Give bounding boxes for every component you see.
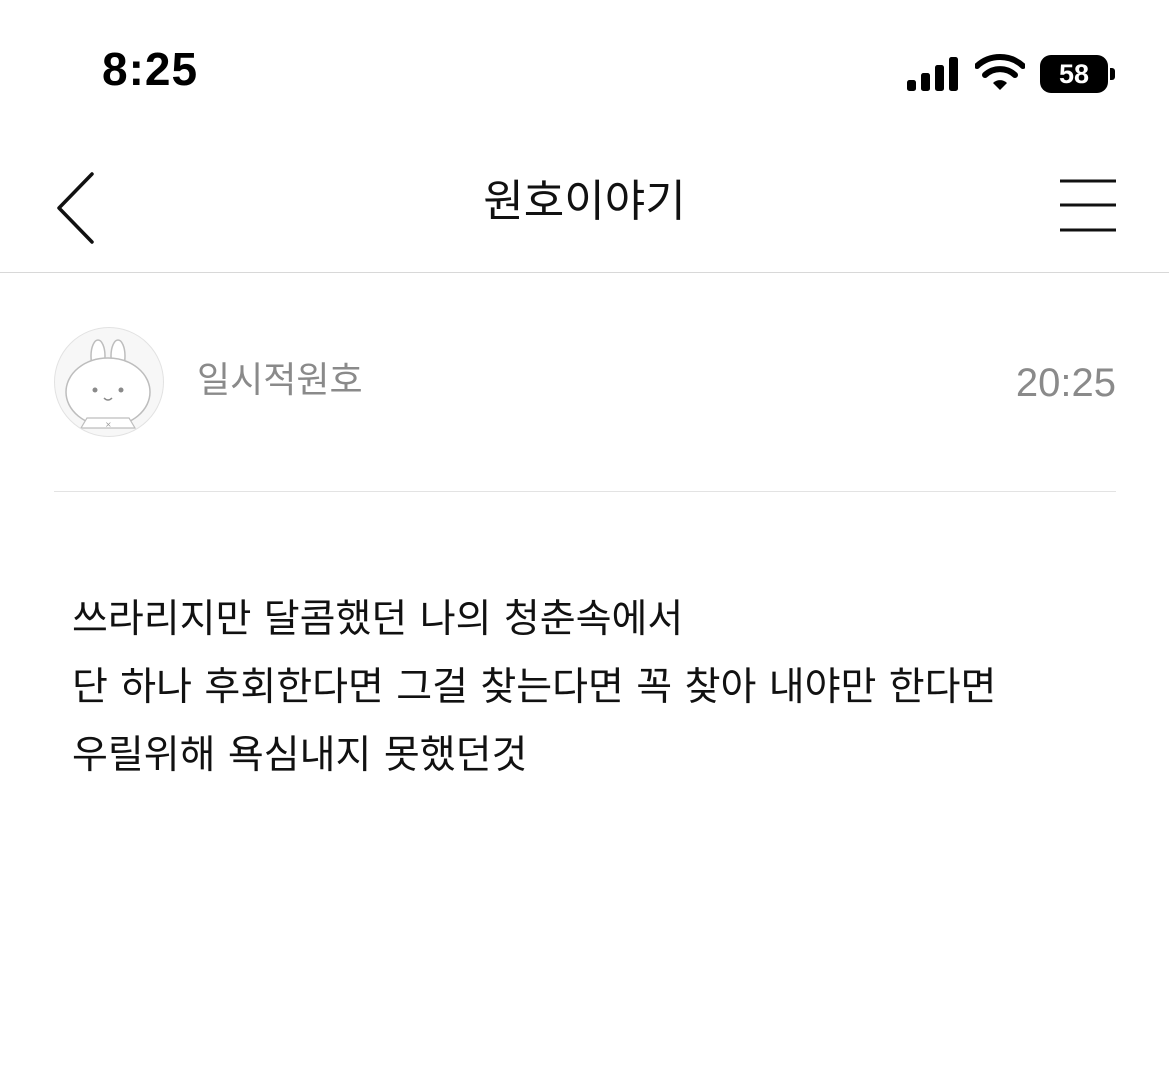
menu-button[interactable] xyxy=(1056,178,1120,236)
battery-icon: 58 xyxy=(1040,55,1118,93)
post-text-line: 쓰라리지만 달콤했던 나의 청춘속에서 xyxy=(72,597,684,642)
post-text-line: 단 하나 후회한다면 그걸 찾는다면 꼭 찾아 내야만 한다면 xyxy=(72,665,997,710)
battery-level: 58 xyxy=(1058,59,1090,89)
navigation-bar: 원호이야기 xyxy=(0,130,1169,273)
page-title: 원호이야기 xyxy=(483,176,686,227)
hamburger-menu-icon xyxy=(1060,179,1116,232)
status-bar: 8:25 58 xyxy=(0,0,1169,130)
post-body: 쓰라리지만 달콤했던 나의 청춘속에서 단 하나 후회한다면 그걸 찾는다면 꼭… xyxy=(72,586,1112,790)
post-text-line: 우릴위해 욕심내지 못했던것 xyxy=(72,733,528,778)
battery-cap xyxy=(1110,68,1115,80)
post-timestamp: 20:25 xyxy=(1015,361,1116,405)
author-avatar[interactable]: × xyxy=(54,327,164,437)
svg-text:×: × xyxy=(105,420,112,429)
wifi-icon xyxy=(975,54,1025,90)
bunny-avatar-icon: × xyxy=(65,339,151,429)
post-header: × 일시적원호 20:25 xyxy=(54,273,1116,492)
author-name[interactable]: 일시적원호 xyxy=(197,361,363,401)
status-time: 8:25 xyxy=(102,43,199,95)
cellular-signal-icon xyxy=(907,57,958,91)
